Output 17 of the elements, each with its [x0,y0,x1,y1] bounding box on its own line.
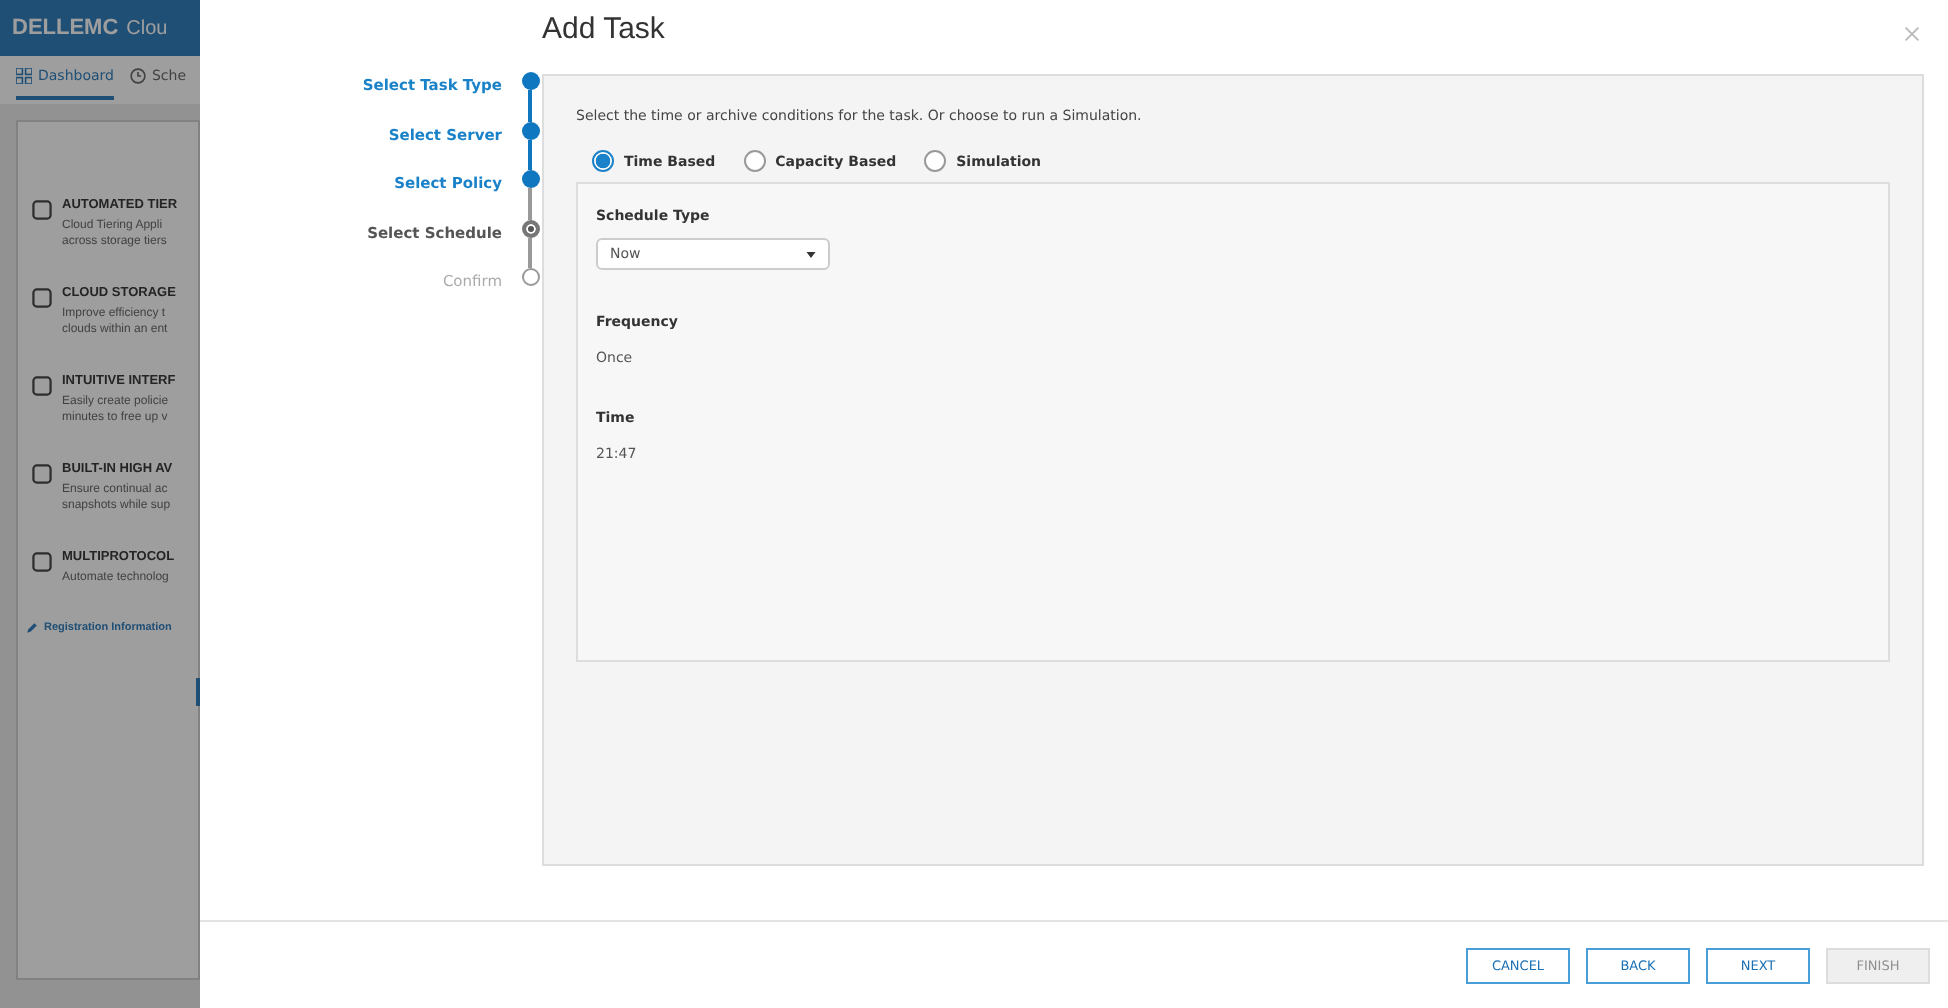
dialog-title: Add Task [542,12,665,50]
radio-button[interactable] [924,150,947,172]
feature-icon [30,286,54,310]
logo: DELLEMC [12,16,119,40]
radio-button[interactable] [592,150,614,172]
product-name: Clou [126,17,168,39]
close-icon[interactable] [1904,26,1920,42]
pencil-icon [26,622,38,634]
step-marker [521,219,539,238]
radio-button[interactable] [743,150,766,172]
caret-icon [806,251,816,257]
grid-icon [16,68,32,84]
feature-icon [30,462,54,486]
clock-icon [129,68,146,84]
feature-icon [30,374,54,398]
feature-icon [30,198,54,222]
feature-icon [30,550,54,574]
